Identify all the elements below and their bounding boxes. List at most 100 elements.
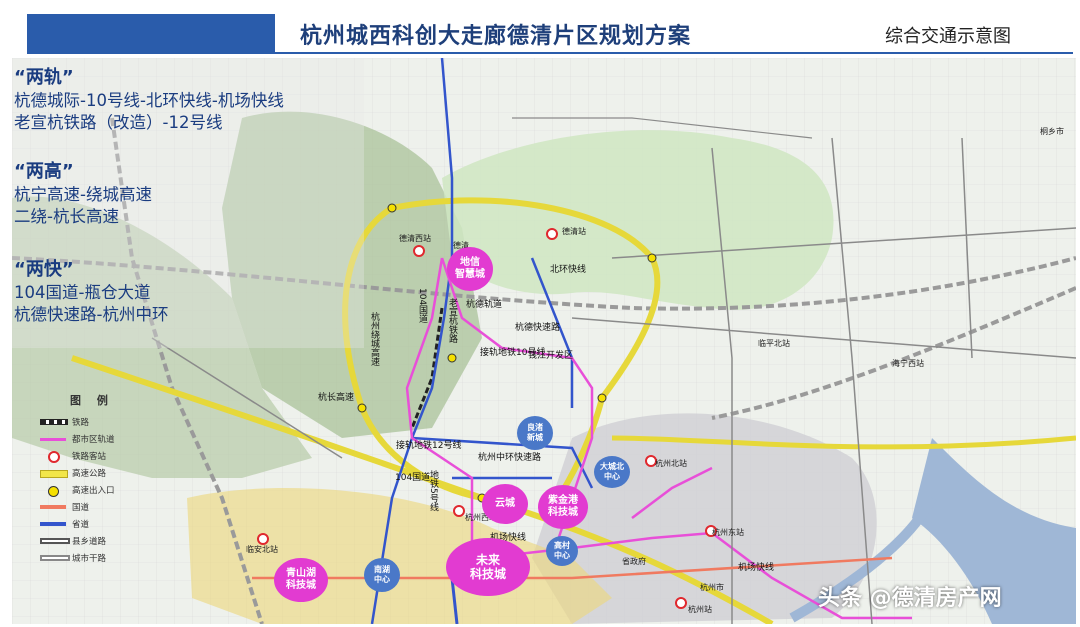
station-icon[interactable] [453,505,465,517]
road-label: 104国道 [417,288,427,324]
zone-label: 中心 [374,575,390,584]
city-label: 桐乡市 [1040,127,1064,136]
road-label: 杭长高速 [318,393,355,403]
summary-group-express: “两快” 104国道-瓶仓大道 杭德快速路-杭州中环 [14,258,168,326]
station-label: 杭州站 [688,605,712,614]
page-subtitle: 综合交通示意图 [885,26,1011,47]
summary-line: 104国道-瓶仓大道 [14,283,151,302]
road-label: 杭德快速路 [515,323,561,333]
provincial-road-swatch [40,522,66,526]
station-label: 临安北站 [246,545,278,554]
station-icon[interactable] [413,245,425,257]
map-label: 钱江开发区 [528,351,574,361]
zone-dixin[interactable]: 地信 智慧城 [447,247,493,291]
zone-label: 云城 [495,498,515,509]
road-label: 北环快线 [550,265,587,275]
zone-future-tech[interactable]: 未来 科技城 [446,538,530,596]
road-label: 104国道 [395,473,431,483]
zone-label: 良渚 [527,423,543,432]
legend-item-metro: 都市区轨道 [40,433,140,447]
station-label: 德清站 [562,227,586,236]
zone-label: 科技城 [548,507,578,518]
legend-label: 铁路客站 [72,452,107,462]
legend-label: 省道 [72,520,90,530]
map-label: 省政府 [622,557,646,566]
header-accent-bar [27,14,275,52]
zone-label: 新城 [527,433,543,442]
zone-label: 高村 [554,541,570,550]
legend-item-arterial: 城市干路 [40,552,140,566]
legend-label: 县乡道路 [72,537,107,547]
summary-title: “两轨” [14,67,74,88]
summary-group-highway: “两高” 杭宁高速-绕城高速 二绕-杭长高速 [14,160,152,228]
zone-label: 青山湖 [286,568,316,579]
zone-label: 未来 [475,553,500,567]
legend-item-station: 铁路客站 [40,450,140,464]
road-label: 接轨地铁12号线 [396,441,462,451]
legend-label: 高速公路 [72,469,107,479]
legend-item-provincial-road: 省道 [40,518,140,532]
summary-title: “两快” [14,259,74,280]
station-icon[interactable] [546,228,558,240]
zone-qingshanhu[interactable]: 青山湖 科技城 [274,558,328,602]
road-label: 杭州中环快速路 [478,453,542,463]
zone-label: 南湖 [374,565,390,574]
zone-dachengbei[interactable]: 大城北 中心 [594,456,630,488]
legend-title: 图 例 [70,394,114,407]
exit-icon [48,486,59,497]
station-label: 德清西站 [399,234,431,243]
zone-label: 大城北 [600,462,624,471]
zone-label: 地信 [460,257,480,268]
station-label: 杭州北站 [655,459,687,468]
map-legend: 图 例 铁路 都市区轨道 铁路客站 高速公路 高速出入口 国道 省道 县乡道路 … [40,392,132,572]
national-road-swatch [40,505,66,509]
zone-label: 中心 [554,551,570,560]
zone-label: 紫金港 [548,495,578,506]
zone-label: 科技城 [286,580,316,591]
zone-nanhu[interactable]: 南湖 中心 [364,558,400,592]
railway-swatch [40,419,68,425]
zone-liangzhu[interactable]: 良渚 新城 [517,416,553,450]
page-title: 杭州城西科创大走廊德清片区规划方案 [300,24,692,49]
watermark: 头条 @德清房产网 [818,586,1002,611]
road-label: 地铁5号线 [428,470,438,512]
legend-label: 国道 [72,503,90,513]
legend-item-expressway: 高速公路 [40,467,140,481]
station-icon [48,451,60,463]
zone-label: 科技城 [469,567,506,581]
metro-swatch [40,438,66,441]
city-label: 杭州市 [700,583,724,592]
summary-group-rail: “两轨” 杭德城际-10号线-北环快线-机场快线 老宣杭铁路（改造）-12号线 [14,66,284,134]
legend-item-national-road: 国道 [40,501,140,515]
road-label: 老宣杭铁路 [447,298,457,343]
station-icon[interactable] [675,597,687,609]
county-road-swatch [40,538,70,544]
station-label: 海宁西站 [892,359,924,368]
legend-label: 高速出入口 [72,486,115,496]
legend-item-exit: 高速出入口 [40,484,140,498]
header-divider [27,52,1073,54]
road-label: 机场快线 [738,563,775,573]
summary-line: 二绕-杭长高速 [14,207,119,226]
zone-gaocun[interactable]: 高村 中心 [546,536,578,566]
road-label: 杭州绕城高速 [369,312,379,366]
zone-zijingang[interactable]: 紫金港 科技城 [538,485,588,529]
station-label: 杭州东站 [712,528,744,537]
expressway-swatch [40,470,68,478]
summary-line: 老宣杭铁路（改造）-12号线 [14,113,223,132]
zone-yuncheng[interactable]: 云城 [482,484,528,524]
legend-item-railway: 铁路 [40,416,140,430]
station-label: 临平北站 [758,339,790,348]
zone-label: 中心 [604,472,620,481]
road-label: 杭德轨道 [466,300,503,310]
legend-label: 城市干路 [72,554,107,564]
legend-label: 都市区轨道 [72,435,115,445]
legend-item-county-road: 县乡道路 [40,535,140,549]
summary-line: 杭宁高速-绕城高速 [14,185,152,204]
summary-line: 杭德城际-10号线-北环快线-机场快线 [14,91,284,110]
summary-title: “两高” [14,161,74,182]
summary-line: 杭德快速路-杭州中环 [14,305,169,324]
legend-label: 铁路 [72,418,90,428]
arterial-swatch [40,555,70,561]
zone-label: 智慧城 [455,269,485,280]
